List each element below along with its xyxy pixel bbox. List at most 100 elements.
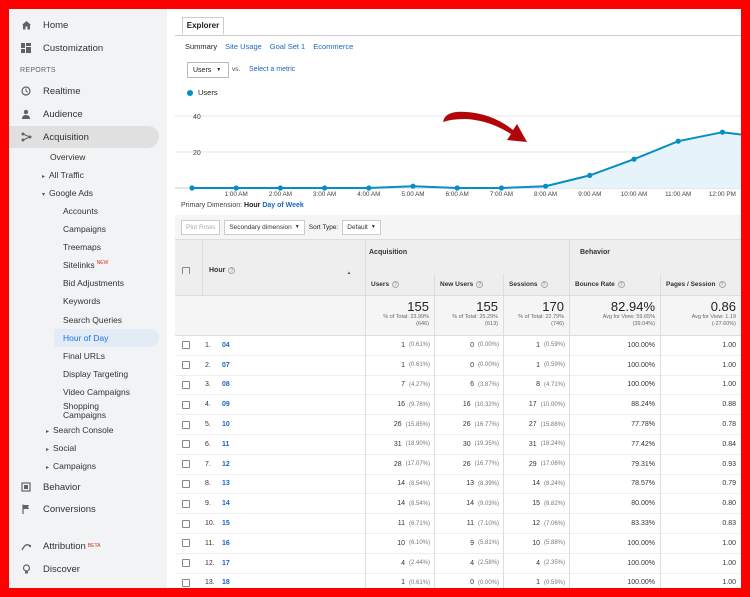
sidebar-item-sitelinks[interactable]: Sitelinks NEW <box>63 260 108 270</box>
secondary-dimension-dropdown[interactable]: Secondary dimension ▼ <box>224 219 305 235</box>
sidebar-item-audience[interactable]: Audience <box>9 103 159 125</box>
col-header-new-users[interactable]: New Users? <box>440 274 484 295</box>
metric-value: 0 <box>470 579 474 587</box>
sidebar-item-bid-adjustments[interactable]: Bid Adjustments <box>63 278 124 288</box>
row-hour-link[interactable]: 17 <box>222 554 230 573</box>
sidebar-item-discover[interactable]: Discover <box>9 558 159 580</box>
row-checkbox[interactable] <box>182 361 190 370</box>
row-checkbox[interactable] <box>182 519 190 528</box>
metric-percent: (2.35%) <box>543 560 565 567</box>
row-hour-link[interactable]: 07 <box>222 356 230 375</box>
sidebar-item-campaigns-group[interactable]: ▸ Campaigns <box>46 461 96 471</box>
sidebar-item-keywords[interactable]: Keywords <box>63 296 100 306</box>
row-checkbox[interactable] <box>182 341 190 350</box>
sidebar-item-acquisition[interactable]: Acquisition <box>9 126 159 148</box>
sidebar-item-conversions[interactable]: Conversions <box>9 498 159 520</box>
sidebar-item-customization[interactable]: Customization <box>9 37 159 59</box>
metric-dropdown[interactable]: Users ▼ <box>187 62 229 78</box>
sidebar-item-search-console[interactable]: ▸ Search Console <box>46 425 114 435</box>
row-hour-link[interactable]: 09 <box>222 395 230 414</box>
subtab-summary[interactable]: Summary <box>185 42 217 51</box>
subtab-goal-set-1[interactable]: Goal Set 1 <box>270 42 305 51</box>
row-hour-link[interactable]: 08 <box>222 376 230 395</box>
sidebar-item-search-queries[interactable]: Search Queries <box>63 315 122 325</box>
dimension-day-of-week-link[interactable]: Day of Week <box>262 202 304 209</box>
row-hour-link[interactable]: 15 <box>222 514 230 533</box>
y-tick-label: 40 <box>193 114 201 121</box>
total-cell: 170% of Total: 22.79% (746) <box>503 299 564 328</box>
sidebar-item-label: Customization <box>43 42 104 54</box>
row-checkbox[interactable] <box>182 559 190 568</box>
sidebar-item-final-urls[interactable]: Final URLs <box>63 351 105 361</box>
metric-cell: 7 (4.27%) <box>401 376 430 395</box>
row-hour-link[interactable]: 12 <box>222 455 230 474</box>
col-header-sessions[interactable]: Sessions? <box>509 274 548 295</box>
row-checkbox-cell <box>182 415 190 434</box>
row-checkbox[interactable] <box>182 499 190 508</box>
sort-type-dropdown[interactable]: Default ▼ <box>342 219 381 235</box>
row-hour-link[interactable]: 14 <box>222 494 230 513</box>
sidebar-item-accounts[interactable]: Accounts <box>63 206 98 216</box>
row-checkbox[interactable] <box>182 380 190 389</box>
row-checkbox-cell <box>182 574 190 588</box>
row-hour-link[interactable]: 11 <box>222 435 229 454</box>
row-checkbox-cell <box>182 336 190 355</box>
row-checkbox[interactable] <box>182 539 190 548</box>
subtabs: Summary Site Usage Goal Set 1 Ecommerce <box>185 42 353 51</box>
sidebar-item-shopping-campaigns[interactable]: Shopping Campaigns <box>63 402 123 420</box>
row-checkbox[interactable] <box>182 400 190 409</box>
metric-cell: 1 (0.61%) <box>401 356 430 375</box>
col-header-users[interactable]: Users? <box>371 274 400 295</box>
sidebar-item-all-traffic[interactable]: ▸ All Traffic <box>42 170 84 180</box>
row-checkbox[interactable] <box>182 460 190 469</box>
col-header-pages-session[interactable]: Pages / Session? <box>666 274 726 295</box>
x-tick-label: 1:00 AM <box>225 191 248 198</box>
metric-percent: (16.77%) <box>474 461 499 468</box>
sidebar-item-hour-of-day[interactable]: Hour of Day <box>54 329 159 347</box>
tab-explorer[interactable]: Explorer <box>182 17 224 35</box>
sidebar-item-behavior[interactable]: Behavior <box>9 476 159 498</box>
row-hour-link[interactable]: 04 <box>222 336 230 355</box>
row-checkbox[interactable] <box>182 578 190 587</box>
row-checkbox[interactable] <box>182 479 190 488</box>
bounce-rate-value: 78.57% <box>631 480 655 488</box>
table-toolbar: Plot Rows Secondary dimension ▼ Sort Type… <box>181 219 381 235</box>
sidebar-item-campaigns[interactable]: Campaigns <box>63 224 106 234</box>
sidebar-item-video-campaigns[interactable]: Video Campaigns <box>63 387 130 397</box>
col-header-bounce-rate[interactable]: Bounce Rate? <box>575 274 625 295</box>
sidebar-item-home[interactable]: Home <box>9 14 159 36</box>
sort-type-value: Default <box>347 223 368 231</box>
metric-percent: (7.06%) <box>543 520 565 527</box>
subtab-ecommerce[interactable]: Ecommerce <box>313 42 353 51</box>
table-group-header: Hour? ▲ Acquisition Behavior <box>175 239 741 278</box>
total-value: 82.94% <box>610 299 655 314</box>
metric-percent: (0.61%) <box>408 362 430 369</box>
sidebar-item-realtime[interactable]: Realtime <box>9 80 159 102</box>
table-row: 3. 08 7 (4.27%) 6 (3.87%) 8 (4.71%) 100.00% 1.00 <box>175 375 741 396</box>
row-checkbox[interactable] <box>182 440 190 449</box>
row-checkbox[interactable] <box>182 420 190 429</box>
row-hour-link[interactable]: 16 <box>222 534 230 553</box>
metric-value: 14 <box>532 480 540 488</box>
subtab-site-usage[interactable]: Site Usage <box>225 42 262 51</box>
row-checkbox-cell <box>182 514 190 533</box>
select-metric-link[interactable]: Select a metric <box>249 66 295 73</box>
col-header-hour[interactable]: Hour? <box>209 267 236 274</box>
sidebar-item-overview[interactable]: Overview <box>50 152 85 162</box>
sidebar-item-attribution[interactable]: Attribution BETA <box>9 535 159 557</box>
metric-cell: 4 (2.35%) <box>536 554 565 573</box>
metric-percent: (4.71%) <box>543 381 565 388</box>
tab-divider <box>175 35 741 36</box>
row-hour-link[interactable]: 18 <box>222 574 230 588</box>
plot-rows-button[interactable]: Plot Rows <box>181 219 221 235</box>
dimension-hour[interactable]: Hour <box>244 202 260 209</box>
sidebar-item-social[interactable]: ▸ Social <box>46 443 76 453</box>
chevron-down-icon: ▼ <box>294 224 300 230</box>
sidebar-item-treemaps[interactable]: Treemaps <box>63 242 101 252</box>
row-hour-link[interactable]: 10 <box>222 415 230 434</box>
sidebar-item-display-targeting[interactable]: Display Targeting <box>63 369 128 379</box>
row-hour-link[interactable]: 13 <box>222 475 230 494</box>
metric-value: 11 <box>466 520 474 528</box>
metric-cell: 11 (7.10%) <box>467 514 499 533</box>
sidebar-item-google-ads[interactable]: ▾ Google Ads <box>42 188 93 198</box>
